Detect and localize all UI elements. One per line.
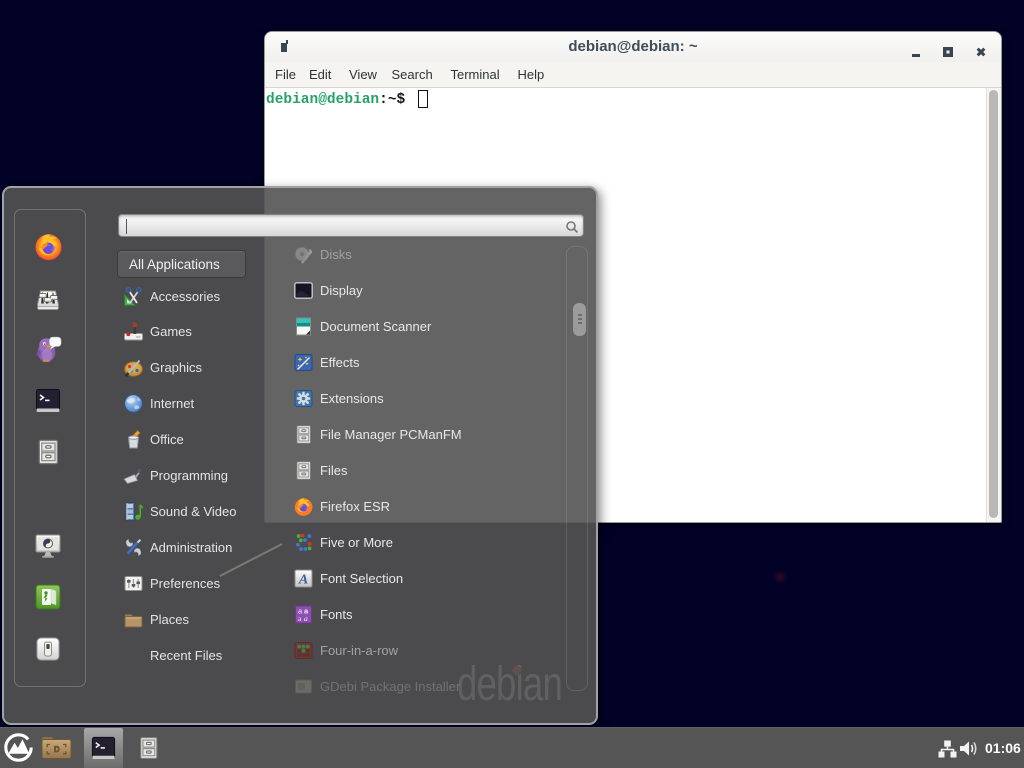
svg-text:a: a	[304, 614, 308, 623]
svg-text:A: A	[298, 572, 308, 587]
